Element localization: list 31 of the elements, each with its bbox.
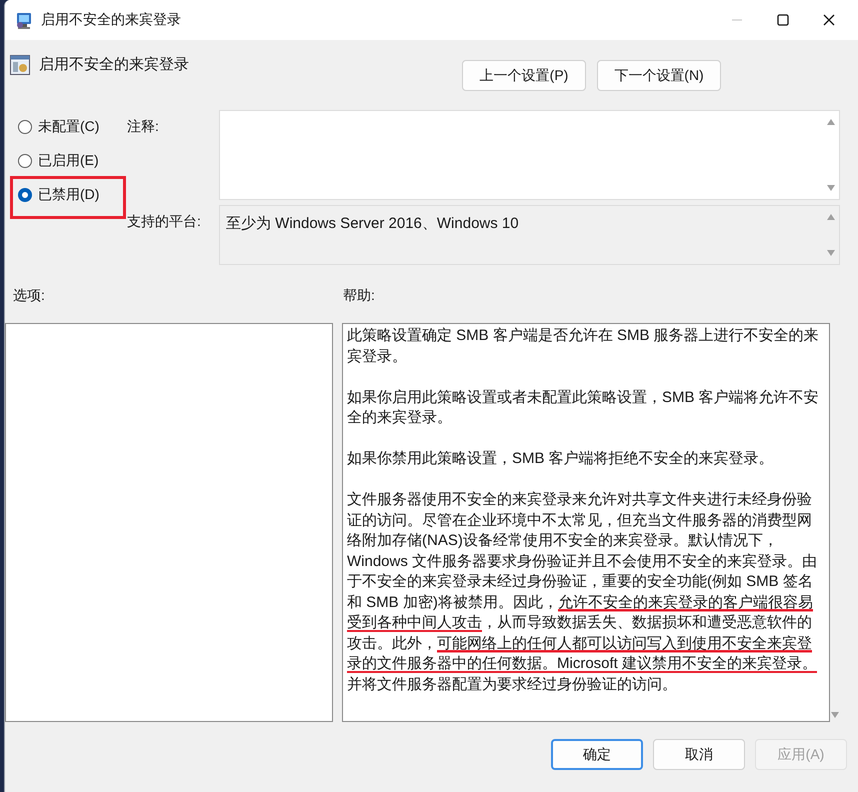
- policy-title: 启用不安全的来宾登录: [39, 55, 190, 75]
- comment-label: 注释:: [127, 117, 160, 136]
- radio-label[interactable]: 未配置(C): [38, 118, 100, 136]
- help-paragraph: 此策略设置确定 SMB 客户端是否允许在 SMB 服务器上进行不安全的来宾登录。: [347, 326, 820, 366]
- radio-label[interactable]: 已启用(E): [38, 152, 99, 170]
- options-label: 选项:: [13, 287, 46, 305]
- ok-button[interactable]: 确定: [551, 739, 643, 770]
- radio-button[interactable]: [18, 120, 32, 134]
- platform-label: 支持的平台:: [127, 212, 202, 231]
- cancel-button[interactable]: 取消: [653, 739, 745, 770]
- radio-label[interactable]: 已禁用(D): [38, 186, 100, 204]
- comment-field[interactable]: [219, 110, 840, 200]
- radio-button[interactable]: [18, 154, 32, 168]
- app-icon: [15, 11, 33, 29]
- help-label: 帮助:: [343, 287, 375, 305]
- scroll-down-icon: [831, 712, 839, 718]
- help-paragraph: 如果你禁用此策略设置，SMB 客户端将拒绝不安全的来宾登录。: [347, 449, 775, 469]
- scroll-up-icon: [826, 119, 834, 125]
- help-paragraph: 如果你启用此策略设置或者未配置此策略设置，SMB 客户端将允许不安全的来宾登录。: [347, 388, 820, 428]
- scroll-up-icon: [826, 214, 834, 220]
- radio-button[interactable]: [18, 188, 32, 202]
- platform-text: 至少为 Windows Server 2016、Windows 10: [226, 214, 520, 233]
- window-title: 启用不安全的来宾登录: [41, 11, 182, 29]
- help-paragraph: 文件服务器使用不安全的来宾登录来允许对共享文件夹进行未经身份验证的访问。尽管在企业环境中不太常见，但充当文件服务器的消费型网络附加存储(NAS)设备经常使用不安全的来宾登录。默认情况下，Windows 文件服务器要求身份验证并且不会使用不安全的来宾登录。由于不安全的来宾登录未经过身份验证，重要的安全功能(例如 SMB 签名和 SMB 加密)将被禁用。因此，允许不安全的来宾登录的客户端很容易受到各种中间人攻击，从而导致数据丢失、数据损坏和遭受恶意软件的攻击。此外，可能网络上的任何人都可以访问写入到使用不安全来宾登录的文件服务器中的任何数据。Microsoft 建议禁用不安全的来宾登录。 并将文件服务器配置为要求经过身份验证的访问。: [347, 490, 818, 694]
- next-setting-button[interactable]: 下一个设置(N): [597, 60, 721, 91]
- scroll-down-icon: [826, 250, 834, 256]
- scroll-down-icon: [826, 185, 834, 191]
- close-icon[interactable]: [823, 14, 835, 26]
- policy-setting-icon: [10, 55, 30, 75]
- previous-setting-button[interactable]: 上一个设置(P): [462, 60, 586, 91]
- maximize-icon[interactable]: [777, 14, 789, 26]
